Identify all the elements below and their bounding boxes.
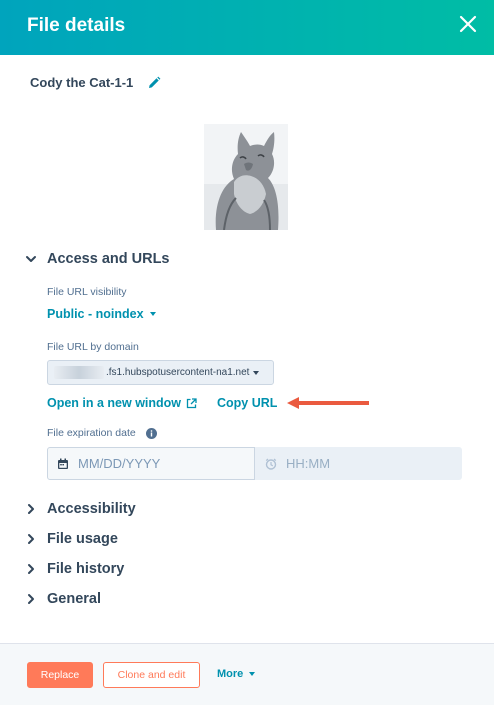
expiration-date-input[interactable]: MM/DD/YYYY bbox=[47, 447, 255, 480]
chevron-right-icon bbox=[28, 594, 34, 604]
caret-down-icon bbox=[253, 370, 260, 375]
section-accessibility[interactable]: Accessibility bbox=[24, 501, 136, 517]
url-visibility-label: File URL visibility bbox=[47, 286, 127, 298]
chevron-right-icon bbox=[28, 564, 34, 574]
calendar-icon bbox=[58, 458, 68, 469]
arrow-left-icon bbox=[287, 397, 369, 409]
section-file-history[interactable]: File history bbox=[24, 561, 124, 577]
panel-footer: Replace Clone and edit More bbox=[0, 643, 494, 705]
url-domain-label: File URL by domain bbox=[47, 341, 139, 353]
file-preview-image bbox=[204, 124, 288, 230]
file-name: Cody the Cat-1-1 bbox=[30, 75, 134, 90]
clock-icon bbox=[265, 458, 277, 470]
copy-url-link[interactable]: Copy URL bbox=[217, 396, 277, 410]
panel-title: File details bbox=[27, 15, 126, 36]
caret-down-icon bbox=[249, 672, 256, 676]
external-link-icon bbox=[186, 397, 197, 408]
expiration-time-input: HH:MM bbox=[255, 447, 462, 480]
section-label: File usage bbox=[47, 531, 118, 547]
clone-and-edit-button[interactable]: Clone and edit bbox=[103, 662, 200, 688]
filename-row: Cody the Cat-1-1 bbox=[30, 75, 161, 90]
chevron-right-icon bbox=[28, 534, 34, 544]
section-label: General bbox=[47, 591, 101, 607]
close-icon[interactable] bbox=[458, 14, 478, 34]
section-general[interactable]: General bbox=[24, 591, 101, 607]
expiration-date-label: File expiration date bbox=[47, 427, 136, 439]
time-placeholder: HH:MM bbox=[286, 456, 331, 471]
section-access-and-urls[interactable]: Access and URLs bbox=[24, 251, 170, 267]
url-visibility-dropdown[interactable]: Public - noindex bbox=[47, 307, 156, 321]
info-icon[interactable] bbox=[146, 428, 157, 439]
open-new-window-label: Open in a new window bbox=[47, 396, 182, 410]
replace-button[interactable]: Replace bbox=[27, 662, 93, 688]
chevron-right-icon bbox=[28, 504, 34, 514]
panel-header: File details bbox=[0, 0, 494, 55]
caret-down-icon bbox=[149, 312, 156, 316]
more-dropdown-button[interactable]: More bbox=[217, 668, 256, 680]
url-visibility-value: Public - noindex bbox=[47, 307, 144, 321]
chevron-down-icon bbox=[26, 256, 36, 262]
section-label: File history bbox=[47, 561, 125, 577]
section-label: Accessibility bbox=[47, 501, 136, 517]
date-placeholder: MM/DD/YYYY bbox=[78, 456, 161, 471]
copy-url-label: Copy URL bbox=[217, 396, 278, 410]
redacted-subdomain bbox=[54, 366, 104, 379]
url-domain-select[interactable]: .fs1.hubspotusercontent-na1.net bbox=[47, 360, 274, 385]
url-domain-value: .fs1.hubspotusercontent-na1.net bbox=[106, 367, 250, 378]
more-label: More bbox=[217, 668, 244, 680]
pencil-icon[interactable] bbox=[147, 76, 161, 90]
open-new-window-link[interactable]: Open in a new window bbox=[47, 396, 197, 410]
section-file-usage[interactable]: File usage bbox=[24, 531, 118, 547]
section-label: Access and URLs bbox=[47, 251, 170, 267]
